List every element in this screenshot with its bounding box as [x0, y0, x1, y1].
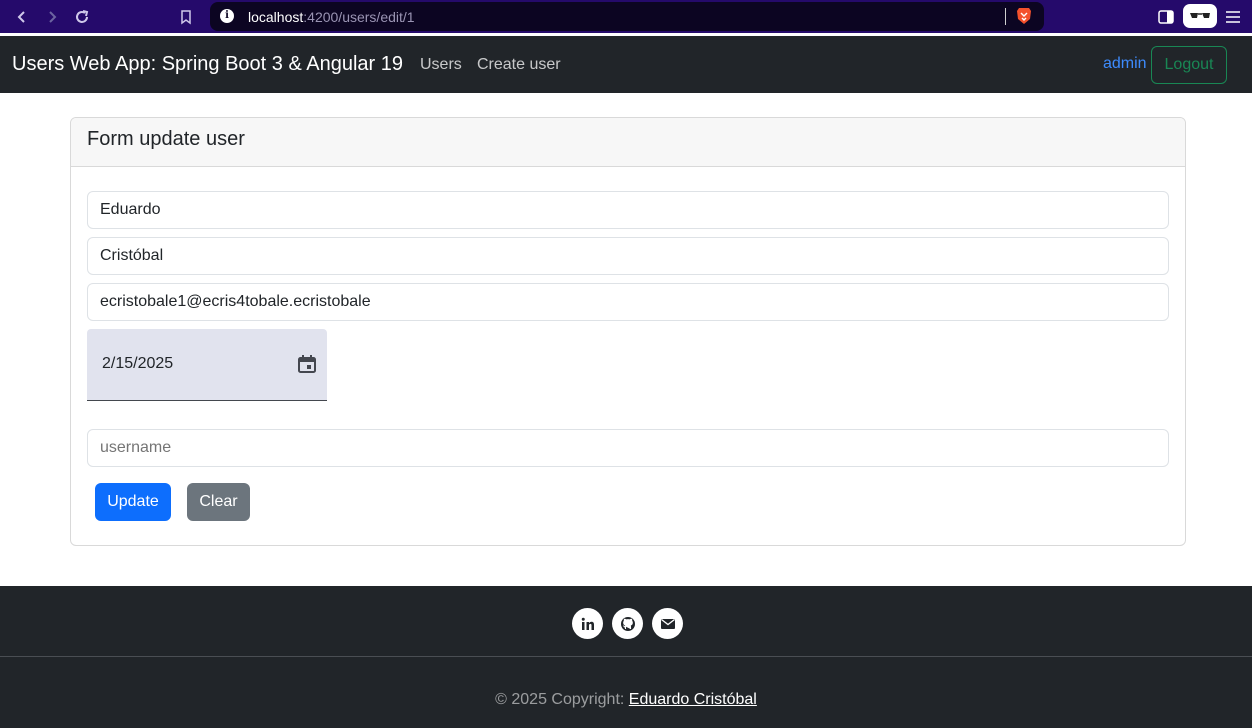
username-input[interactable]: [87, 429, 1169, 467]
linkedin-icon[interactable]: [572, 608, 603, 639]
bookmark-icon[interactable]: [175, 6, 197, 28]
calendar-icon[interactable]: [297, 354, 317, 374]
url-separator: [1005, 8, 1006, 25]
logout-button[interactable]: Logout: [1151, 46, 1227, 84]
app-navbar: Users Web App: Spring Boot 3 & Angular 1…: [0, 36, 1252, 93]
form-title: Form update user: [87, 128, 245, 150]
url-path: :4200/users/edit/1: [303, 9, 415, 25]
url-text: localhost:4200/users/edit/1: [248, 9, 415, 25]
forward-icon[interactable]: [41, 6, 63, 28]
address-bar[interactable]: i localhost:4200/users/edit/1: [210, 2, 1044, 31]
email-input[interactable]: [87, 283, 1169, 321]
github-icon[interactable]: [612, 608, 643, 639]
copyright-prefix: © 2025 Copyright:: [495, 691, 629, 708]
update-user-card: Form update user 2/15/2025 Update Clear: [70, 117, 1186, 546]
author-link[interactable]: Eduardo Cristóbal: [629, 691, 757, 708]
nav-link-users[interactable]: Users: [420, 56, 462, 74]
nav-link-create-user[interactable]: Create user: [477, 56, 561, 74]
page-footer: © 2025 Copyright: Eduardo Cristóbal: [0, 586, 1252, 728]
browser-toolbar: i localhost:4200/users/edit/1: [0, 0, 1252, 33]
name-input[interactable]: [87, 191, 1169, 229]
site-info-icon[interactable]: i: [220, 9, 234, 23]
date-value: 2/15/2025: [102, 355, 174, 372]
date-input[interactable]: 2/15/2025: [87, 329, 327, 401]
glasses-icon[interactable]: [1183, 4, 1217, 28]
clear-button[interactable]: Clear: [187, 483, 250, 521]
menu-icon[interactable]: [1222, 6, 1244, 28]
update-button[interactable]: Update: [95, 483, 171, 521]
brave-shields-icon[interactable]: [1016, 7, 1032, 25]
reload-icon[interactable]: [71, 6, 93, 28]
card-header: Form update user: [71, 118, 1185, 167]
copyright-text: © 2025 Copyright: Eduardo Cristóbal: [0, 691, 1252, 709]
lastname-input[interactable]: [87, 237, 1169, 275]
brand-title[interactable]: Users Web App: Spring Boot 3 & Angular 1…: [12, 53, 403, 76]
sidebar-icon[interactable]: [1155, 6, 1177, 28]
current-user-link[interactable]: admin: [1103, 55, 1147, 73]
email-icon[interactable]: [652, 608, 683, 639]
url-host: localhost: [248, 9, 304, 25]
footer-divider: [0, 656, 1252, 657]
back-icon[interactable]: [11, 6, 33, 28]
